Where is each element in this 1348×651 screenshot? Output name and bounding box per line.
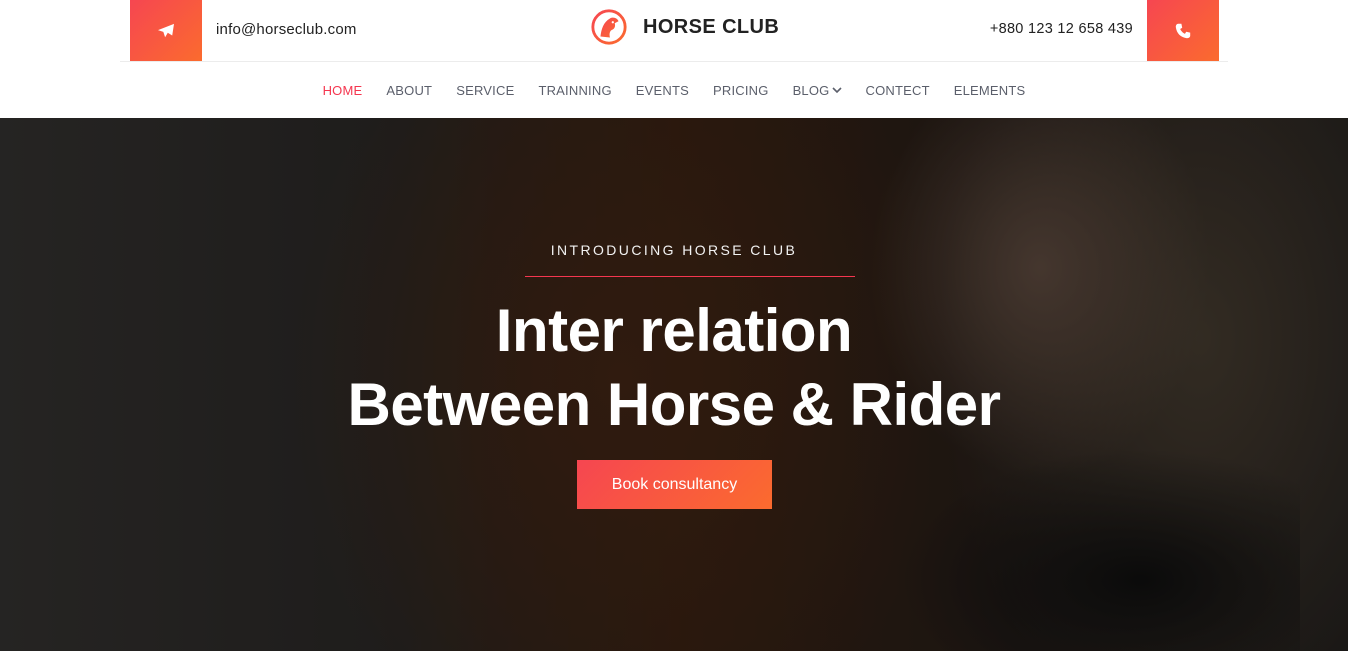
email-icon-box[interactable] (130, 0, 202, 61)
phone-icon (1175, 23, 1191, 38)
nav-list: HOME ABOUT SERVICE TRAINNING EVENTS PRIC… (311, 83, 1038, 98)
nav-item-events[interactable]: EVENTS (636, 83, 689, 98)
nav-item-service[interactable]: SERVICE (456, 83, 514, 98)
hero-kicker: INTRODUCING HORSE CLUB (550, 242, 798, 258)
top-bar: info@horseclub.com HORSE CLUB +880 123 1… (0, 0, 1348, 62)
nav-item-trainning[interactable]: TRAINNING (538, 83, 611, 98)
header-phone[interactable]: +880 123 12 658 439 (990, 21, 1133, 37)
book-consultancy-button[interactable]: Book consultancy (577, 460, 772, 509)
hero-title-line-2: Between Horse & Rider (347, 371, 1001, 438)
top-bar-inner: info@horseclub.com HORSE CLUB +880 123 1… (120, 0, 1228, 62)
nav-item-pricing[interactable]: PRICING (713, 83, 769, 98)
hero-divider (525, 276, 855, 277)
nav-item-contect[interactable]: CONTECT (866, 83, 930, 98)
brand-name: HORSE CLUB (643, 15, 780, 38)
chevron-down-icon (831, 86, 842, 93)
header-email[interactable]: info@horseclub.com (216, 21, 357, 38)
brand[interactable]: HORSE CLUB (590, 8, 779, 46)
phone-icon-box[interactable] (1147, 0, 1219, 61)
nav-item-blog[interactable]: BLOG (793, 83, 842, 98)
hero-section: INTRODUCING HORSE CLUB Inter relation Be… (0, 118, 1348, 651)
hero-title: Inter relation Between Horse & Rider (0, 294, 1348, 442)
hero-title-line-1: Inter relation (495, 297, 853, 364)
hero-content: INTRODUCING HORSE CLUB Inter relation Be… (0, 118, 1348, 651)
nav-item-about[interactable]: ABOUT (386, 83, 432, 98)
horse-head-logo-icon (591, 9, 627, 45)
main-nav: HOME ABOUT SERVICE TRAINNING EVENTS PRIC… (0, 62, 1348, 118)
nav-item-blog-label: BLOG (792, 82, 830, 98)
paper-plane-icon (158, 23, 174, 37)
nav-item-home[interactable]: HOME (323, 83, 363, 98)
nav-item-elements[interactable]: ELEMENTS (954, 83, 1026, 98)
